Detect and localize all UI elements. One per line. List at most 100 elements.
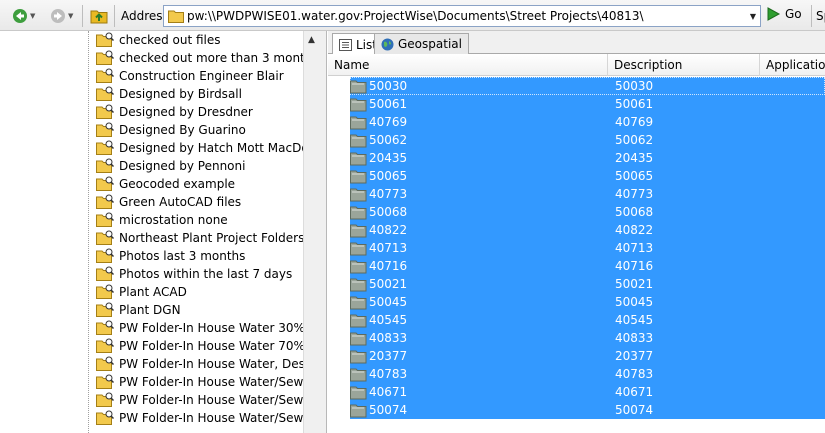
row-name: 40822 [369, 223, 408, 237]
tree-item-label: Designed by Birdsall [119, 87, 242, 101]
tree-item[interactable]: microstation none [96, 211, 228, 229]
tree-item[interactable]: Designed By Guarino [96, 121, 246, 139]
forward-dropdown-icon[interactable]: ▼ [68, 12, 73, 20]
table-row[interactable]: 40773 40773 [350, 185, 825, 203]
row-name: 40713 [369, 241, 408, 255]
project-folder-icon [350, 332, 367, 346]
column-header-application[interactable]: Application [760, 54, 825, 76]
row-name: 20377 [369, 349, 408, 363]
back-dropdown-icon[interactable]: ▼ [30, 12, 35, 20]
saved-search-folder-icon [96, 320, 114, 335]
list-header: Name Description Application [328, 54, 825, 76]
scroll-up-icon[interactable]: ▲ [308, 35, 315, 45]
up-folder-button[interactable] [90, 6, 108, 26]
table-row[interactable]: 50045 50045 [350, 293, 825, 311]
folder-tree-pane: checked out files checked out more than 3… [0, 31, 327, 433]
tree-item[interactable]: PW Folder-In House Water/Sewer 3 [96, 373, 326, 391]
address-dropdown-icon[interactable]: ▼ [750, 12, 756, 21]
address-input[interactable] [187, 9, 747, 23]
table-row[interactable]: 50021 50021 [350, 275, 825, 293]
table-row[interactable]: 40716 40716 [350, 257, 825, 275]
tree-item[interactable]: PW Folder-In House Water/Sewer 7 [96, 391, 326, 409]
tree-item-label: Designed by Pennoni [119, 159, 246, 173]
tree-item-label: Northeast Plant Project Folders [119, 231, 305, 245]
row-name: 50045 [369, 295, 408, 309]
row-name: 50068 [369, 205, 408, 219]
document-rows: 50030 50030 50061 50061 40769 40769 50062 50062… [328, 76, 825, 433]
tree-item[interactable]: PW Folder-In House Water 70% [96, 337, 305, 355]
row-description: 40713 [615, 241, 654, 255]
tree-item-label: Designed By Guarino [119, 123, 246, 137]
project-folder-icon [350, 368, 367, 382]
document-list-pane: List Geospatial Name Description Applica… [328, 31, 825, 433]
table-row[interactable]: 40671 40671 [350, 383, 825, 401]
table-row[interactable]: 40769 40769 [350, 113, 825, 131]
tree-item[interactable]: Designed by Birdsall [96, 85, 242, 103]
tree-item[interactable]: Northeast Plant Project Folders [96, 229, 304, 247]
tree-item-label: checked out files [119, 33, 221, 47]
tree-item-label: Designed by Hatch Mott MacDona [119, 141, 324, 155]
row-name: 50062 [369, 133, 408, 147]
tree-item[interactable]: checked out more than 3 months [96, 49, 319, 67]
table-row[interactable]: 50030 50030 [350, 77, 825, 95]
table-row[interactable]: 50062 50062 [350, 131, 825, 149]
project-folder-icon [350, 98, 367, 112]
table-row[interactable]: 40783 40783 [350, 365, 825, 383]
column-header-name[interactable]: Name [328, 54, 608, 76]
up-folder-icon [90, 10, 108, 24]
table-row[interactable]: 20435 20435 [350, 149, 825, 167]
toolbar-separator [114, 5, 115, 27]
globe-icon [381, 38, 394, 50]
toolbar-truncated-label[interactable]: Sp [816, 9, 825, 23]
tab-geospatial[interactable]: Geospatial [374, 33, 469, 54]
toolbar-separator [82, 5, 83, 27]
tree-item[interactable]: PW Folder-In House Water/Sewer, I [96, 409, 326, 427]
tree-item[interactable]: Green AutoCAD files [96, 193, 241, 211]
tree-item[interactable]: PW Folder-In House Water 30% [96, 319, 305, 337]
forward-arrow-icon [51, 9, 65, 23]
address-bar[interactable]: ▼ [163, 5, 761, 27]
tree-item-label: Geocoded example [119, 177, 236, 191]
tree-scrollbar[interactable]: ▲ [303, 31, 326, 433]
go-label: Go [785, 7, 802, 21]
tree-item-label: Plant ACAD [119, 285, 187, 299]
table-row[interactable]: 50068 50068 [350, 203, 825, 221]
go-button[interactable]: Go [765, 6, 802, 22]
table-row[interactable]: 50065 50065 [350, 167, 825, 185]
column-header-description[interactable]: Description [608, 54, 760, 76]
tree-item[interactable]: Construction Engineer Blair [96, 67, 284, 85]
address-label: Address [121, 9, 169, 23]
table-row[interactable]: 50061 50061 [350, 95, 825, 113]
project-folder-icon [350, 134, 367, 148]
saved-search-folder-icon [96, 356, 114, 371]
table-row[interactable]: 40833 40833 [350, 329, 825, 347]
table-row[interactable]: 20377 20377 [350, 347, 825, 365]
table-row[interactable]: 40822 40822 [350, 221, 825, 239]
row-description: 40716 [615, 259, 654, 273]
table-row[interactable]: 50074 50074 [350, 401, 825, 419]
tree-item[interactable]: Designed by Pennoni [96, 157, 245, 175]
tree-item[interactable]: Plant ACAD [96, 283, 187, 301]
row-name: 50061 [369, 97, 408, 111]
saved-search-folder-icon [96, 230, 114, 245]
back-button[interactable]: ▼ [12, 6, 35, 26]
tree-item[interactable]: Designed by Dresdner [96, 103, 253, 121]
table-row[interactable]: 40713 40713 [350, 239, 825, 257]
row-description: 50030 [615, 79, 654, 93]
row-name: 50030 [369, 79, 408, 93]
project-folder-icon [350, 404, 367, 418]
row-description: 40671 [615, 385, 654, 399]
tree-item[interactable]: checked out files [96, 31, 221, 49]
tree-item[interactable]: Photos within the last 7 days [96, 265, 292, 283]
tree-item-label: Photos last 3 months [119, 249, 246, 263]
table-row[interactable]: 40545 40545 [350, 311, 825, 329]
tree-item-label: microstation none [119, 213, 228, 227]
row-name: 50065 [369, 169, 408, 183]
tree-item[interactable]: Plant DGN [96, 301, 181, 319]
tree-item[interactable]: Geocoded example [96, 175, 235, 193]
forward-button[interactable]: ▼ [50, 6, 73, 26]
row-description: 40773 [615, 187, 654, 201]
tree-item[interactable]: Photos last 3 months [96, 247, 245, 265]
tree-item[interactable]: PW Folder-In House Water, Design [96, 355, 323, 373]
tree-item[interactable]: Designed by Hatch Mott MacDona [96, 139, 324, 157]
